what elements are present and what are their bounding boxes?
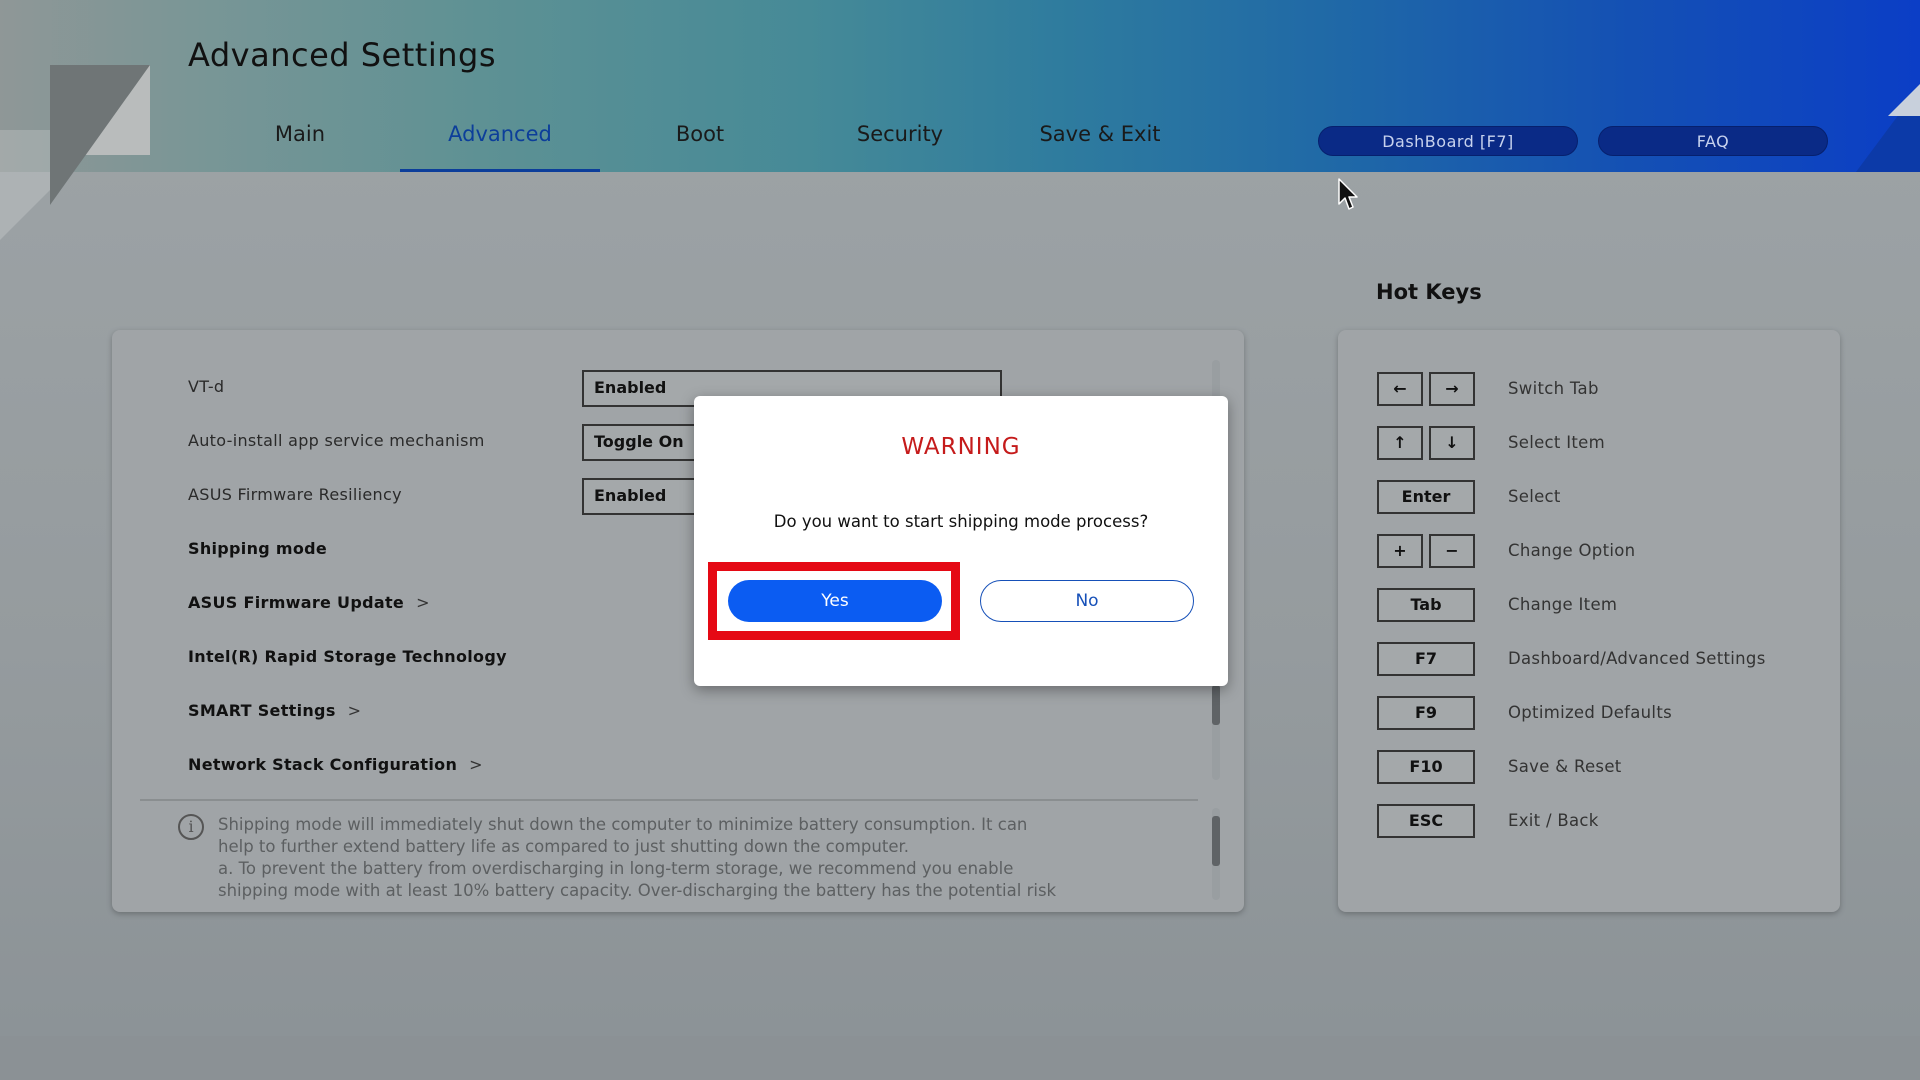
setting-item-firmware-update-label: ASUS Firmware Update	[188, 593, 405, 612]
panel-divider	[140, 799, 1198, 801]
setting-item-firmware-update[interactable]: ASUS Firmware Update >	[188, 593, 430, 612]
key-down-arrow: ↓	[1429, 426, 1475, 460]
help-scrollbar-thumb[interactable]	[1212, 816, 1220, 866]
hotkey-desc: Dashboard/Advanced Settings	[1508, 649, 1766, 668]
setting-label-vtd[interactable]: VT-d	[188, 377, 224, 396]
help-text-line: Shipping mode will immediately shut down…	[218, 815, 1028, 834]
key-f7: F7	[1377, 642, 1475, 676]
tab-advanced[interactable]: Advanced	[400, 122, 600, 172]
yes-button[interactable]: Yes	[728, 580, 942, 622]
key-plus: +	[1377, 534, 1423, 568]
help-text-line: shipping mode with at least 10% battery …	[218, 881, 1057, 900]
tab-boot[interactable]: Boot	[600, 122, 800, 172]
settings-scrollbar-thumb[interactable]	[1212, 685, 1220, 725]
key-enter: Enter	[1377, 480, 1475, 514]
setting-label-firmware-resiliency[interactable]: ASUS Firmware Resiliency	[188, 485, 402, 504]
hotkey-desc: Exit / Back	[1508, 811, 1599, 830]
help-text: Shipping mode will immediately shut down…	[218, 814, 1118, 902]
setting-item-rapid-storage[interactable]: Intel(R) Rapid Storage Technology	[188, 647, 507, 666]
setting-item-network-stack-label: Network Stack Configuration	[188, 755, 458, 774]
hotkeys-panel: ← → Switch Tab ↑ ↓ Select Item Enter Sel…	[1338, 330, 1840, 912]
help-text-line: a. To prevent the battery from overdisch…	[218, 859, 1014, 878]
help-text-line: help to further extend battery life as c…	[218, 837, 909, 856]
faq-button[interactable]: FAQ	[1598, 126, 1828, 156]
hotkey-desc: Select Item	[1508, 433, 1606, 452]
tab-security[interactable]: Security	[800, 122, 1000, 172]
chevron-right-icon: >	[347, 701, 362, 720]
hotkey-desc: Save & Reset	[1508, 757, 1622, 776]
chevron-right-icon: >	[469, 755, 483, 774]
setting-item-network-stack[interactable]: Network Stack Configuration >	[188, 755, 483, 774]
key-minus: −	[1429, 534, 1475, 568]
no-button[interactable]: No	[980, 580, 1194, 622]
key-right-arrow: →	[1429, 372, 1475, 406]
hotkey-desc: Optimized Defaults	[1508, 703, 1672, 722]
bottom-strip	[0, 1036, 1920, 1080]
dialog-title: WARNING	[901, 434, 1021, 460]
chevron-right-icon: >	[416, 593, 430, 612]
hotkey-desc: Select	[1508, 487, 1561, 506]
warning-dialog: WARNING Do you want to start shipping mo…	[694, 396, 1228, 686]
page-title: Advanced Settings	[188, 36, 496, 74]
dialog-message: Do you want to start shipping mode proce…	[773, 512, 1149, 531]
setting-item-smart-settings[interactable]: SMART Settings >	[188, 701, 361, 720]
hotkeys-title: Hot Keys	[1376, 280, 1482, 304]
key-tab: Tab	[1377, 588, 1475, 622]
dashboard-button[interactable]: DashBoard [F7]	[1318, 126, 1578, 156]
setting-label-auto-install[interactable]: Auto-install app service mechanism	[188, 431, 485, 450]
mouse-pointer-icon	[1338, 178, 1358, 210]
info-icon: i	[178, 814, 204, 840]
key-f9: F9	[1377, 696, 1475, 730]
key-left-arrow: ←	[1377, 372, 1423, 406]
setting-item-shipping-mode[interactable]: Shipping mode	[188, 539, 327, 558]
key-esc: ESC	[1377, 804, 1475, 838]
hotkey-desc: Switch Tab	[1508, 379, 1599, 398]
tab-save-exit[interactable]: Save & Exit	[1000, 122, 1200, 172]
hotkey-desc: Change Item	[1508, 595, 1618, 614]
key-f10: F10	[1377, 750, 1475, 784]
tab-main[interactable]: Main	[200, 122, 400, 172]
key-up-arrow: ↑	[1377, 426, 1423, 460]
hotkey-desc: Change Option	[1508, 541, 1636, 560]
setting-item-smart-settings-label: SMART Settings	[188, 701, 336, 720]
